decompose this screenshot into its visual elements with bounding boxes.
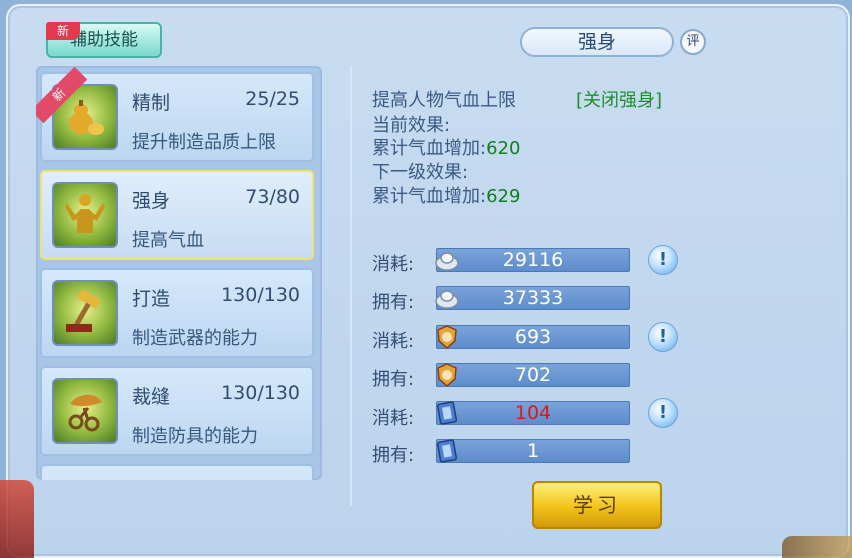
skill-item-partial[interactable] (40, 464, 314, 480)
cost-contribution-value: 693 (514, 326, 552, 348)
current-effect: 累计气血增加:620 (372, 134, 520, 160)
skill-level: 130/130 (221, 284, 300, 306)
skill-name: 强身 (132, 190, 171, 212)
own-label: 拥有: (372, 445, 415, 466)
cost-silver-hint-button[interactable]: ! (648, 245, 678, 275)
own-book-bar: 1 (436, 439, 630, 463)
skill-name: 精制 (132, 92, 171, 114)
cost-label: 消耗: (372, 408, 415, 429)
cost-book-hint-button[interactable]: ! (648, 398, 678, 428)
own-label: 拥有: (372, 292, 415, 313)
toggle-skill-link[interactable]: [关闭强身] (576, 86, 662, 112)
next-effect-text: 累计气血增加: (372, 186, 487, 207)
current-effect-text: 累计气血增加: (372, 138, 487, 159)
own-contribution-value: 702 (514, 364, 552, 386)
next-effect-value: 629 (486, 186, 521, 207)
cost-book-bar: 104 (436, 401, 630, 425)
own-contribution-bar: 702 (436, 363, 630, 387)
hammer-icon (52, 280, 118, 346)
next-effect: 累计气血增加:629 (372, 182, 520, 208)
cost-contribution-hint-button[interactable]: ! (648, 322, 678, 352)
own-label: 拥有: (372, 369, 415, 390)
own-silver-value: 37333 (502, 287, 564, 309)
learn-button[interactable]: 学习 (532, 481, 662, 529)
skill-level: 73/80 (245, 186, 300, 208)
own-silver-bar: 37333 (435, 286, 630, 310)
current-effect-value: 620 (486, 138, 521, 159)
skill-item-strengthen[interactable]: 强身 73/80 提高气血 (40, 170, 314, 260)
cost-label: 消耗: (372, 254, 415, 275)
skill-desc: 制造防具的能力 (132, 426, 258, 447)
skill-item-refine[interactable]: 新 精制 25/25 提升制造品质上限 (36, 66, 314, 162)
skill-list[interactable]: 新 精制 25/25 提升制造品质上限 强身 73/80 提高气血 打造 130… (36, 66, 322, 480)
skill-name: 打造 (132, 288, 171, 310)
skill-item-forge[interactable]: 打造 130/130 制造武器的能力 (40, 268, 314, 358)
panel-divider (350, 66, 352, 506)
corner-decoration (782, 536, 852, 558)
skill-desc: 提升制造品质上限 (132, 132, 276, 153)
banner-decoration (0, 480, 34, 558)
new-badge: 新 (46, 22, 80, 40)
cost-silver-bar: 29116 (435, 248, 630, 272)
own-book-value: 1 (526, 440, 540, 462)
skill-desc: 提高气血 (132, 230, 204, 251)
skill-desc: 制造武器的能力 (132, 328, 258, 349)
muscle-man-icon (52, 182, 118, 248)
evaluate-button[interactable]: 评 (680, 29, 706, 55)
cost-silver-value: 29116 (502, 249, 564, 271)
skill-level: 25/25 (245, 88, 300, 110)
skill-title: 强身 (520, 27, 674, 57)
cost-contribution-bar: 693 (436, 325, 630, 349)
scissors-icon (52, 378, 118, 444)
skill-item-tailor[interactable]: 裁缝 130/130 制造防具的能力 (40, 366, 314, 456)
skill-level: 130/130 (221, 382, 300, 404)
next-effect-label: 下一级效果: (372, 162, 469, 183)
skill-summary: 提高人物气血上限 (372, 90, 516, 111)
cost-book-value: 104 (514, 402, 552, 424)
cost-label: 消耗: (372, 331, 415, 352)
skill-name: 裁缝 (132, 386, 171, 408)
